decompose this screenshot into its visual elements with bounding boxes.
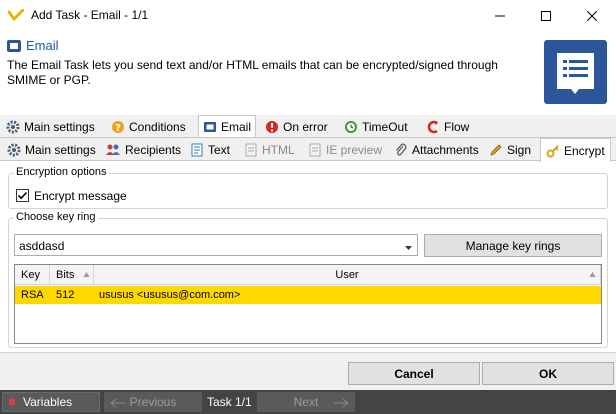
close-button[interactable] [569,0,615,31]
tab-email[interactable]: Email [198,115,257,138]
variables-label: Variables [23,395,73,409]
minimize-button[interactable] [477,0,523,31]
tab-label: Flow [444,120,470,134]
app-logo-icon [7,8,25,24]
checkmark-icon [17,191,28,200]
task-header: Email The Email Task lets you send text … [0,31,616,115]
subtab-encrypt[interactable]: Encrypt [540,138,611,162]
timeout-icon [344,120,358,134]
previous-button[interactable]: Previous [104,392,202,412]
encrypt-message-label: Encrypt message [34,189,127,203]
paperclip-icon [394,143,408,157]
svg-text:?: ? [115,123,121,134]
pen-icon [489,143,503,157]
sort-icon [589,269,596,281]
window-title: Add Task - Email - 1/1 [31,8,149,22]
subtab-html[interactable]: HTML [244,140,295,160]
previous-label: Previous [129,395,177,409]
subtab-main-settings[interactable]: Main settings [7,140,96,160]
arrow-right-icon [333,397,349,411]
maximize-button[interactable] [523,0,569,31]
title-bar: Add Task - Email - 1/1 [0,0,616,31]
cell-key: RSA [21,289,44,301]
email-document-icon [544,40,607,104]
ok-button[interactable]: OK [482,362,614,385]
tab-label: Main settings [25,143,96,157]
column-header-key[interactable]: Key [15,265,50,285]
sub-tab-bar: Main settings Recipients Text HTML IE pr… [0,138,616,162]
subtab-sign[interactable]: Sign [489,140,531,160]
email-task-icon [6,38,22,57]
tab-label: Email [221,120,252,134]
tab-timeout[interactable]: TimeOut [344,117,408,137]
variables-icon [9,399,15,405]
tab-label: Encrypt [564,143,605,158]
key-ring-select[interactable]: asddasd [14,234,418,256]
tab-label: HTML [262,143,295,157]
question-icon: ? [111,120,125,134]
task-counter: Task 1/1 [207,395,252,409]
tab-label: Main settings [24,120,95,134]
key-ring-selected: asddasd [19,239,65,253]
tab-label: TimeOut [362,120,408,134]
tab-conditions[interactable]: ? Conditions [111,117,186,137]
gear-icon [6,120,20,134]
tab-label: Recipients [125,143,182,157]
column-header-user[interactable]: User [94,265,601,285]
key-ring-legend: Choose key ring [14,211,98,223]
status-bar: Variables Previous Task 1/1 Next [0,390,616,414]
key-grid: Key Bits User RSA 512 ususus <ususus@com… [14,264,602,344]
column-header-label: Bits [56,269,75,281]
encrypt-message-checkbox[interactable] [16,189,29,202]
dialog-footer: Cancel OK [0,352,616,390]
variables-button[interactable]: Variables [2,392,100,412]
subtab-attachments[interactable]: Attachments [394,140,479,160]
header-description: The Email Task lets you send text and/or… [7,58,498,87]
cell-bits: 512 [56,289,75,301]
html-icon [244,143,258,157]
main-tab-bar: Main settings ? Conditions Email On erro… [0,115,616,138]
people-icon [105,143,121,157]
email-task-icon [203,120,217,134]
chevron-down-icon [404,241,413,255]
tab-flow[interactable]: Flow [426,117,469,137]
cell-user: ususus <ususus@com.com> [99,289,241,301]
flow-icon [426,120,440,134]
arrow-left-icon [110,397,126,411]
gear-icon [7,143,21,157]
tab-on-error[interactable]: On error [265,117,328,137]
subtab-recipients[interactable]: Recipients [105,140,181,160]
next-label: Next [293,395,319,409]
header-title: Email [26,38,59,53]
tab-label: Text [208,143,231,157]
key-grid-header: Key Bits User [15,265,601,285]
column-header-label: User [335,269,359,281]
tab-label: Conditions [129,120,186,134]
error-icon [265,120,279,134]
column-header-bits[interactable]: Bits [50,265,94,285]
next-button[interactable]: Next [257,392,355,412]
tab-label: On error [283,120,328,134]
cancel-button[interactable]: Cancel [348,362,480,385]
text-icon [190,143,204,157]
subtab-ie-preview[interactable]: IE preview [308,140,382,160]
tab-main-settings[interactable]: Main settings [6,117,95,137]
key-icon [546,144,560,158]
ie-icon [308,143,322,157]
manage-key-rings-button[interactable]: Manage key rings [424,234,602,257]
table-row[interactable]: RSA 512 ususus <ususus@com.com> [15,286,601,304]
subtab-text[interactable]: Text [190,140,230,160]
sort-icon [83,269,90,281]
tab-label: Sign [507,143,532,157]
tab-label: IE preview [326,143,383,157]
tab-label: Attachments [412,143,479,157]
encryption-options-legend: Encryption options [14,166,109,178]
